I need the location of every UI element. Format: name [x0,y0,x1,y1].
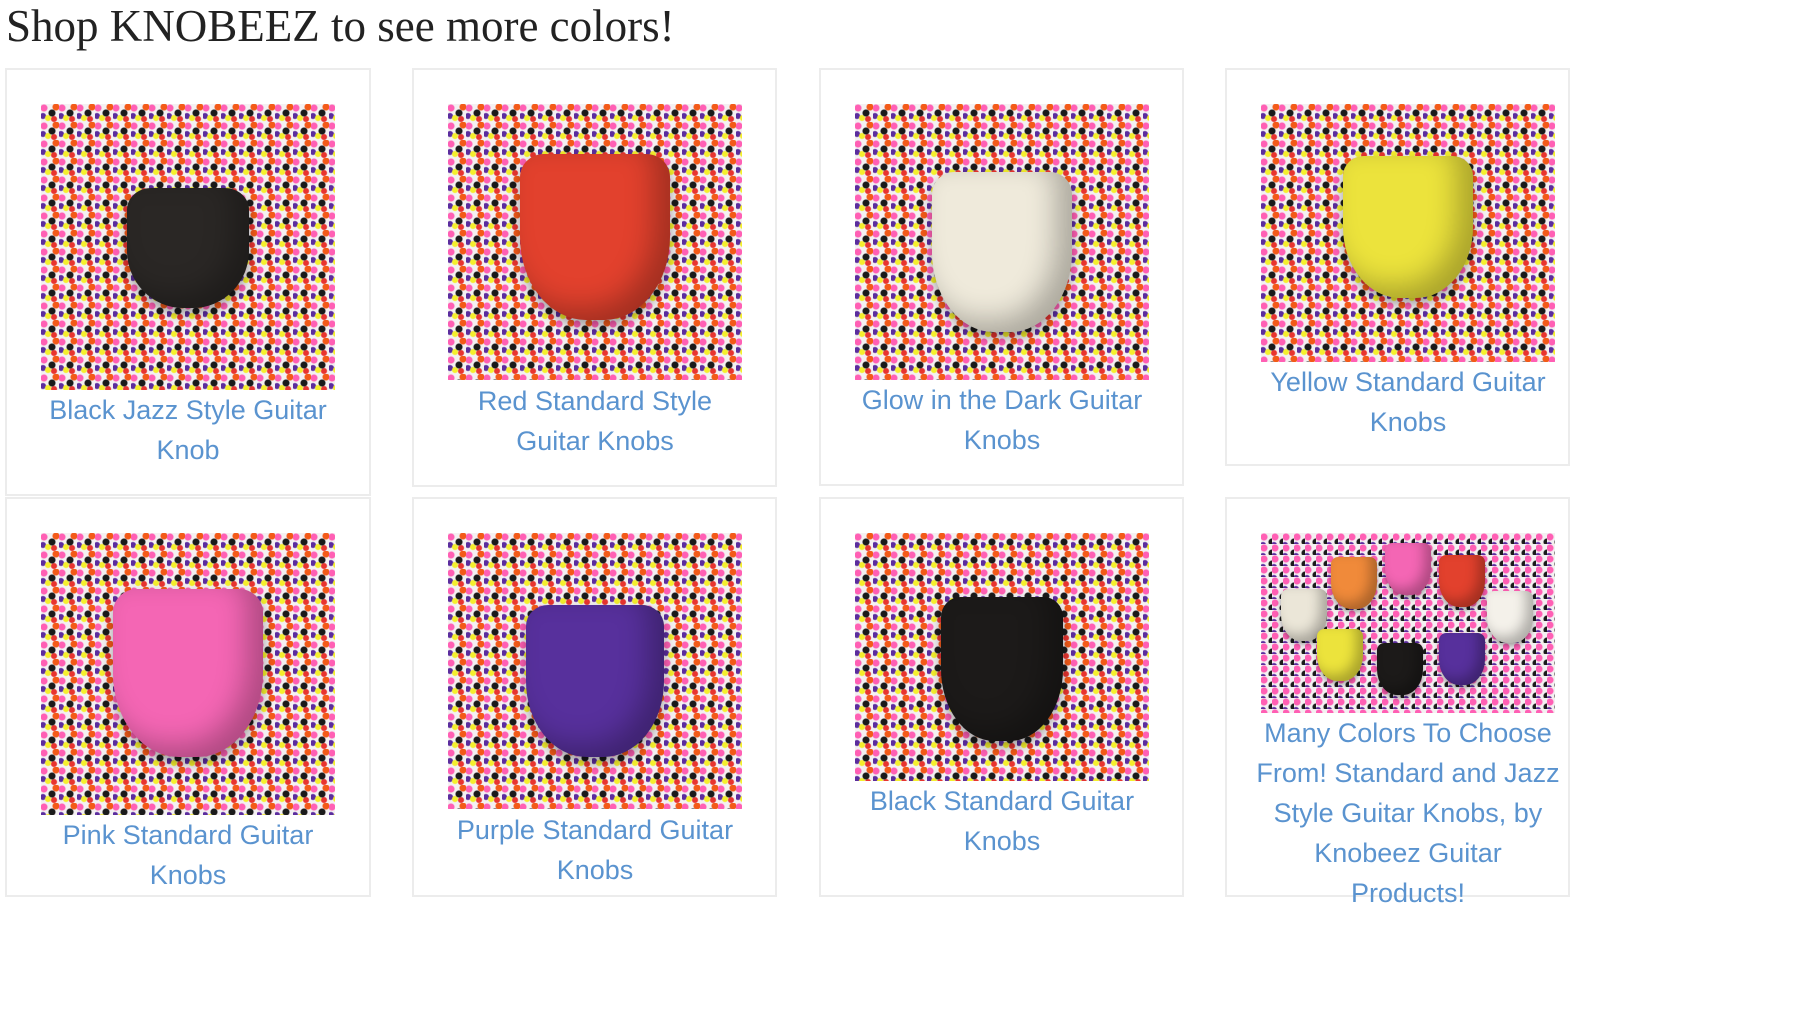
product-link-pink[interactable]: Pink Standard Guitar Knobs [41,815,335,895]
product-link-many-colors[interactable]: Many Colors To Choose From! Standard and… [1255,713,1561,913]
page-heading: Shop KNOBEEZ to see more colors! [6,1,675,51]
product-image-pink[interactable] [41,533,335,815]
product-card-yellow: Yellow Standard Guitar Knobs [1225,68,1570,466]
product-image-yellow[interactable] [1261,104,1555,362]
knob-yellow [1343,156,1473,298]
product-card-black-standard: Black Standard Guitar Knobs [819,497,1184,897]
product-image-glow[interactable] [855,104,1149,380]
knob-red-standard [520,154,670,320]
product-image-black-jazz[interactable] [41,104,335,390]
knob-mini-white [1487,591,1533,643]
knob-mini-orange [1331,557,1377,609]
knob-glow [932,172,1072,332]
knob-black-jazz [127,188,249,308]
product-link-glow[interactable]: Glow in the Dark Guitar Knobs [855,380,1149,460]
product-link-red-standard[interactable]: Red Standard Style Guitar Knobs [448,381,742,461]
knob-mini-pink [1385,543,1431,595]
product-link-black-jazz[interactable]: Black Jazz Style Guitar Knob [41,390,335,470]
product-image-purple[interactable] [448,533,742,809]
knob-mini-purple [1439,633,1485,685]
knob-pink [113,589,263,757]
product-card-black-jazz: Black Jazz Style Guitar Knob [5,68,371,496]
product-link-black-standard[interactable]: Black Standard Guitar Knobs [855,781,1149,861]
product-card-pink: Pink Standard Guitar Knobs [5,497,371,897]
product-link-purple[interactable]: Purple Standard Guitar Knobs [448,810,742,890]
knob-mini-black [1377,643,1423,695]
product-card-purple: Purple Standard Guitar Knobs [412,497,777,897]
knob-mini-yellow [1317,629,1363,681]
product-card-glow: Glow in the Dark Guitar Knobs [819,68,1184,486]
product-image-black-standard[interactable] [855,533,1149,781]
knob-mini-red [1439,555,1485,607]
knob-black-standard [941,597,1063,741]
knob-purple [526,605,664,757]
product-card-red-standard: Red Standard Style Guitar Knobs [412,68,777,487]
product-link-yellow[interactable]: Yellow Standard Guitar Knobs [1261,362,1555,442]
product-image-red-standard[interactable] [448,104,742,380]
product-card-many-colors: Many Colors To Choose From! Standard and… [1225,497,1570,908]
product-image-many-colors[interactable] [1261,533,1555,713]
